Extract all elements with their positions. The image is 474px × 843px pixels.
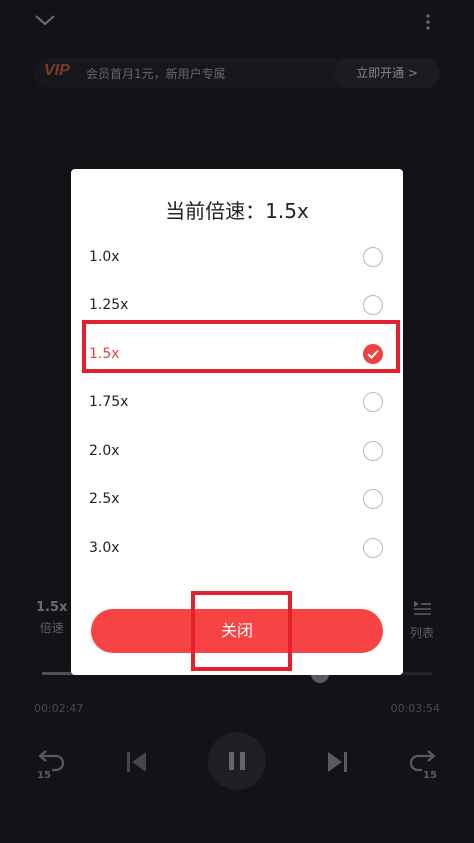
radio-icon[interactable] — [363, 247, 383, 267]
speed-option-label: 3.0x — [89, 540, 120, 556]
speed-option-label: 1.0x — [89, 249, 120, 265]
highlight-box-close-button — [191, 591, 292, 671]
dialog-title: 当前倍速：1.5x — [165, 199, 309, 223]
radio-icon[interactable] — [363, 295, 383, 315]
speed-option-label: 2.5x — [89, 491, 120, 507]
speed-option[interactable]: 3.0x — [71, 525, 403, 573]
speed-option[interactable]: 2.5x — [71, 476, 403, 524]
highlight-box-selected-option — [82, 320, 400, 373]
radio-icon[interactable] — [363, 489, 383, 509]
speed-option[interactable]: 1.75x — [71, 379, 403, 427]
radio-icon[interactable] — [363, 538, 383, 558]
radio-icon[interactable] — [363, 441, 383, 461]
speed-option-label: 2.0x — [89, 443, 120, 459]
speed-option-label: 1.25x — [89, 297, 129, 313]
speed-option-label: 1.75x — [89, 394, 129, 410]
speed-option[interactable]: 2.0x — [71, 428, 403, 476]
radio-icon[interactable] — [363, 392, 383, 412]
speed-option[interactable]: 1.0x — [71, 234, 403, 282]
